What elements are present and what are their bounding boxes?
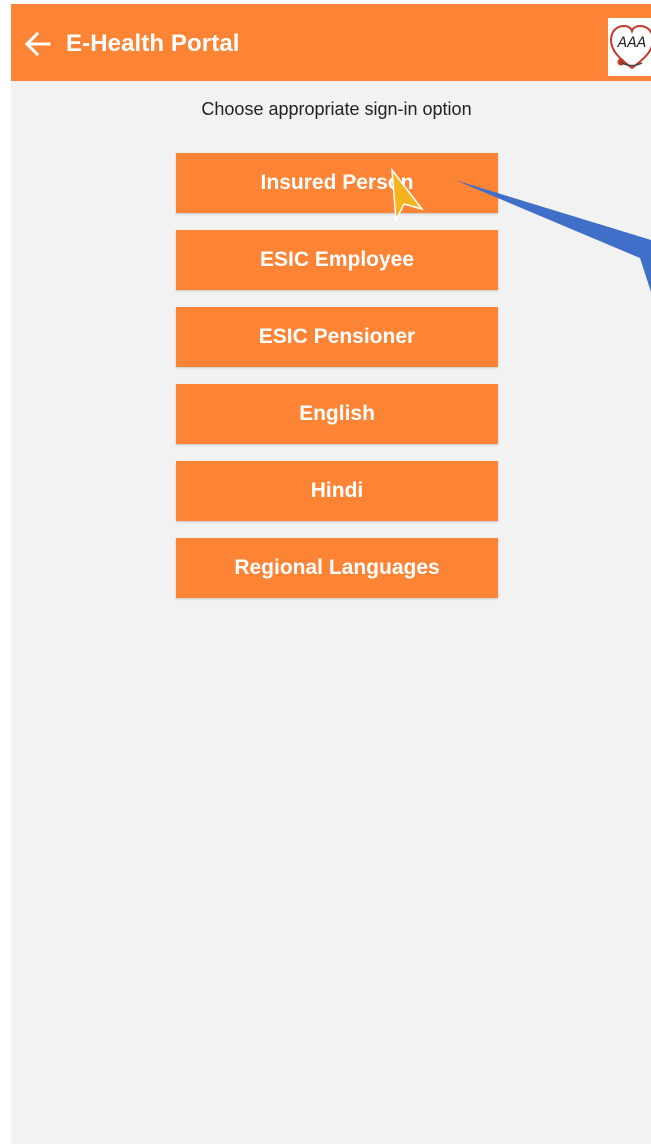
sign-in-options: Insured Person ESIC Employee ESIC Pensio… (176, 153, 498, 615)
sign-in-instruction: Choose appropriate sign-in option (201, 99, 472, 119)
regional-languages-button[interactable]: Regional Languages (176, 538, 498, 598)
app-bar: E-Health Portal AAA (11, 4, 651, 81)
logo-text: AAA (617, 35, 647, 51)
esic-employee-button[interactable]: ESIC Employee (176, 230, 498, 290)
hindi-button[interactable]: Hindi (176, 461, 498, 521)
insured-person-button[interactable]: Insured Person (176, 153, 498, 213)
back-arrow-icon[interactable] (24, 31, 51, 57)
esic-pensioner-button[interactable]: ESIC Pensioner (176, 307, 498, 367)
app-title: E-Health Portal (66, 30, 240, 57)
aaa-logo: AAA (608, 18, 651, 76)
app-screen: E-Health Portal AAA Choose appropriate s… (11, 4, 651, 1144)
english-button[interactable]: English (176, 384, 498, 444)
